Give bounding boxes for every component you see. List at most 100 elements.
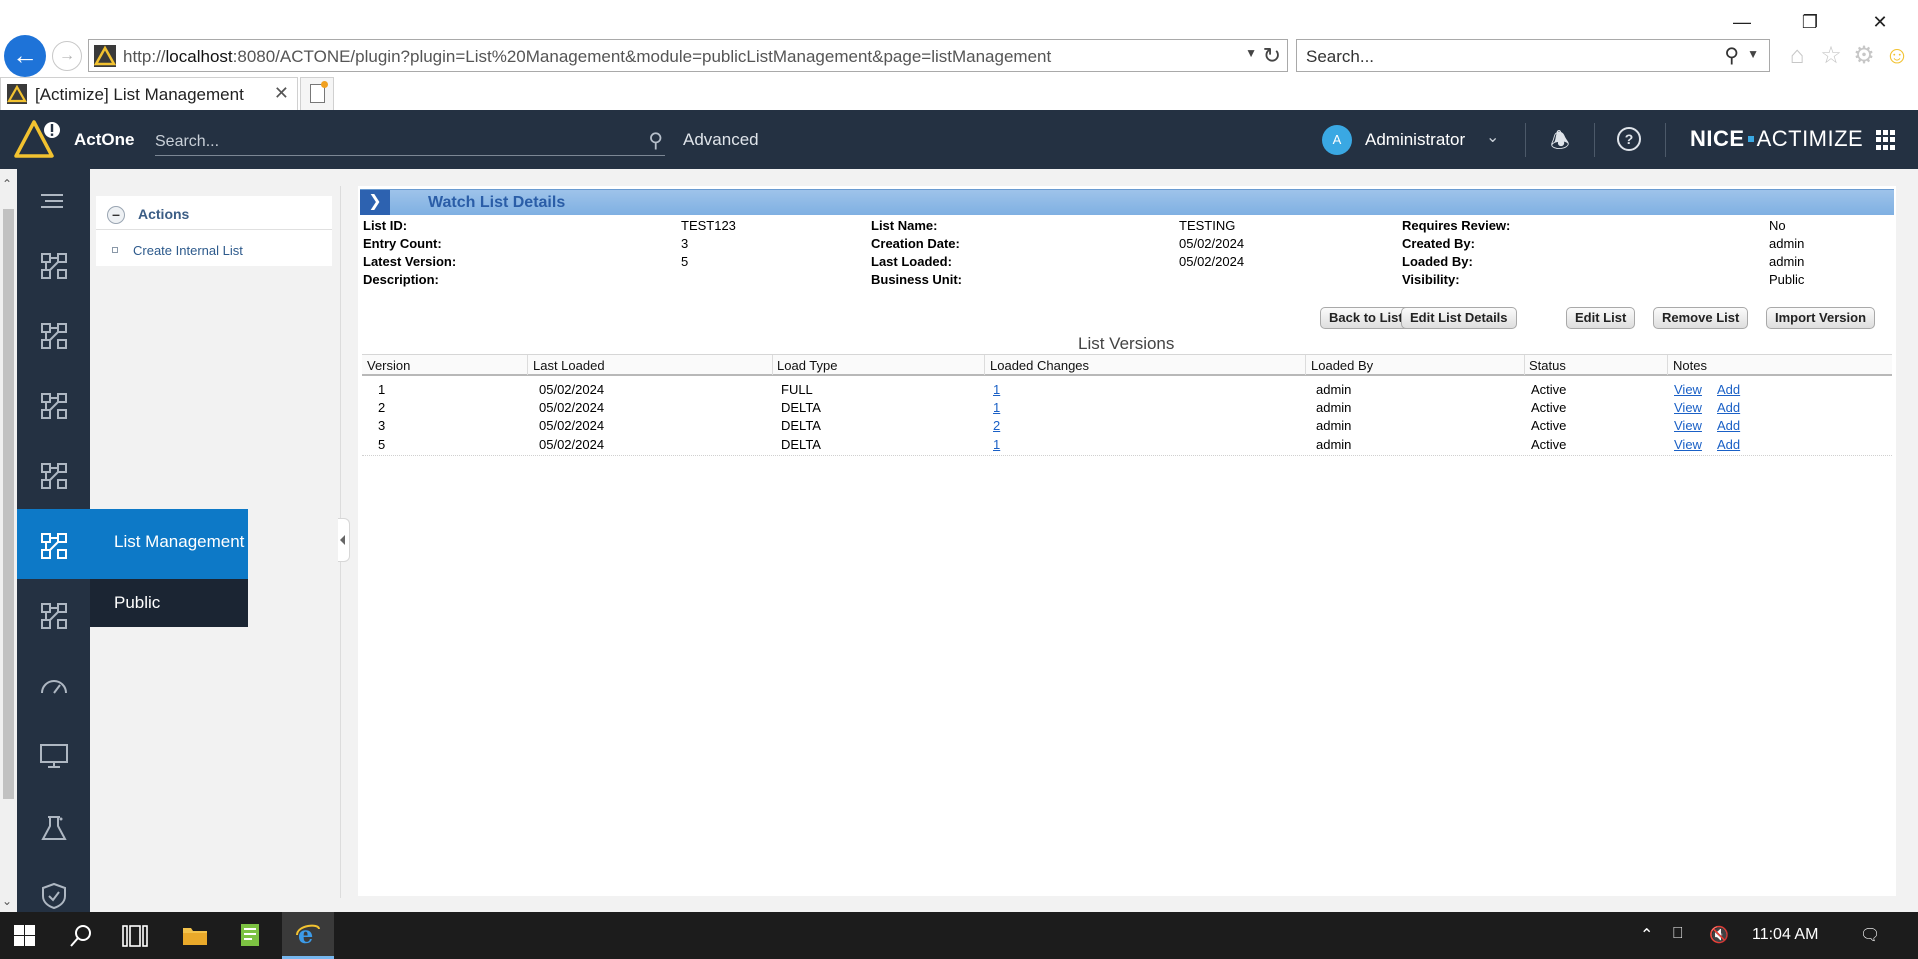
avatar[interactable]: A [1322,125,1352,155]
view-note-link[interactable]: View [1674,437,1702,452]
browser-search-placeholder: Search... [1306,47,1375,66]
cell-last-loaded: 05/02/2024 [539,400,605,415]
column-header[interactable]: Notes [1673,358,1707,373]
smiley-feedback-icon[interactable]: ☺ [1883,42,1911,70]
table-bottom-border [362,455,1892,456]
search-dropdown-icon[interactable]: ▼ [1747,47,1759,61]
volume-muted-icon[interactable]: 🔇 [1709,925,1729,945]
chevron-down-icon[interactable]: ⌄ [1486,127,1499,147]
search-icon[interactable]: ⚲ [648,128,663,153]
view-note-link[interactable]: View [1674,400,1702,415]
nav-item-dashboard[interactable] [17,649,90,719]
column-header[interactable]: Last Loaded [533,358,605,373]
search-icon[interactable]: ⚲ [1724,43,1739,68]
notepad-button[interactable] [226,912,274,959]
network-icon[interactable]: ⎕ [1673,925,1683,943]
add-note-link[interactable]: Add [1717,418,1740,433]
app-search-placeholder: Search... [155,133,220,150]
scroll-down-icon[interactable]: ⌄ [2,894,12,908]
nav-item-lab[interactable] [17,791,90,861]
cell-load-type: DELTA [781,418,821,433]
taskbar-search-button[interactable] [56,912,104,959]
import-version-button[interactable]: Import Version [1766,307,1876,329]
notifications-icon[interactable]: 🗨 [1860,925,1880,945]
cell-status: Active [1531,418,1567,433]
notepad-icon [241,924,259,946]
flyout-list-management[interactable]: List Management [90,509,248,579]
loaded-changes-link[interactable]: 2 [993,418,1000,433]
address-bar[interactable]: http://localhost:8080/ACTONE/plugin?plug… [88,39,1288,72]
restore-icon[interactable]: ❐ [1798,10,1822,34]
task-view-button[interactable] [110,912,158,959]
tray-chevron-up-icon[interactable]: ⌃ [1640,925,1653,945]
user-menu-label[interactable]: Administrator [1365,130,1465,150]
nav-item-workflow-1[interactable] [17,229,90,299]
add-note-link[interactable]: Add [1717,382,1740,397]
visibility-label: Visibility: [1402,272,1460,287]
loaded-changes-link[interactable]: 1 [993,382,1000,397]
taskbar-clock[interactable]: 11:04 AM [1752,926,1818,944]
browser-search-box[interactable]: Search... ⚲ ▼ [1296,39,1770,72]
entry-count-value: 3 [681,236,689,251]
nav-item-security[interactable] [17,859,90,912]
file-explorer-button[interactable] [170,912,218,959]
loaded-changes-link[interactable]: 1 [993,400,1000,415]
column-header[interactable]: Version [367,358,410,373]
flyout-public[interactable]: Public [90,579,248,627]
add-note-link[interactable]: Add [1717,400,1740,415]
collapse-minus-icon[interactable]: – [107,206,125,224]
view-note-link[interactable]: View [1674,418,1702,433]
favorites-star-icon[interactable]: ☆ [1817,42,1845,70]
nav-item-list-management[interactable] [17,509,90,579]
nav-item-monitor[interactable] [17,719,90,789]
home-icon[interactable]: ⌂ [1783,42,1811,70]
scroll-up-icon[interactable]: ⌃ [2,177,12,191]
column-header[interactable]: Status [1529,358,1566,373]
add-note-link[interactable]: Add [1717,437,1740,452]
header-divider [1594,123,1595,157]
chevron-right-icon[interactable]: ❯ [360,190,390,215]
browser-tab-active[interactable]: [Actimize] List Management ✕ [0,77,298,110]
remove-list-button[interactable]: Remove List [1653,307,1749,329]
collapse-panel-handle[interactable] [338,518,350,562]
nav-item-workflow-2[interactable] [17,299,90,369]
settings-gear-icon[interactable]: ⚙ [1850,42,1878,70]
nav-item-workflow-4[interactable] [17,439,90,509]
scrollbar-thumb[interactable] [3,209,14,799]
column-header[interactable]: Load Type [777,358,837,373]
column-header[interactable]: Loaded By [1311,358,1373,373]
edit-list-button[interactable]: Edit List [1566,307,1636,329]
help-icon[interactable]: ? [1617,127,1641,151]
create-internal-list-link[interactable]: Create Internal List [133,243,243,258]
loaded-changes-link[interactable]: 1 [993,437,1000,452]
nav-item-workflow-6[interactable] [17,579,90,649]
app-grid-icon[interactable] [1876,130,1896,150]
minimize-icon[interactable]: — [1730,10,1754,34]
tab-title: [Actimize] List Management [35,85,244,104]
bell-notification-icon[interactable]: 🕭 [1548,124,1572,154]
advanced-search-link[interactable]: Advanced [683,130,759,150]
flyout-public-label: Public [114,593,161,612]
new-tab-button[interactable] [300,77,334,110]
internet-explorer-button[interactable]: e [282,912,334,959]
loaded-by-label: Loaded By: [1402,254,1473,269]
tab-close-icon[interactable]: ✕ [274,83,289,104]
app-search-input[interactable]: Search... ⚲ [155,126,665,156]
forward-arrow-icon[interactable]: → [52,41,82,71]
address-dropdown-icon[interactable]: ▼ [1245,46,1257,60]
last-loaded-value: 05/02/2024 [1179,254,1245,269]
nav-item-workflow-3[interactable] [17,369,90,439]
edit-list-details-button[interactable]: Edit List Details [1401,307,1517,329]
list-id-label: List ID: [363,218,408,233]
column-divider [984,355,985,375]
start-button[interactable] [0,912,48,959]
close-window-icon[interactable]: ✕ [1868,10,1892,34]
column-divider [1667,355,1668,375]
column-header[interactable]: Loaded Changes [990,358,1089,373]
refresh-icon[interactable]: ↻ [1263,43,1281,69]
back-arrow-icon[interactable]: ← [4,35,46,77]
left-scrollbar[interactable]: ⌃ ⌄ [0,169,17,912]
list-id-value: TEST123 [681,218,736,233]
view-note-link[interactable]: View [1674,382,1702,397]
actimize-logo-icon[interactable] [14,118,62,160]
